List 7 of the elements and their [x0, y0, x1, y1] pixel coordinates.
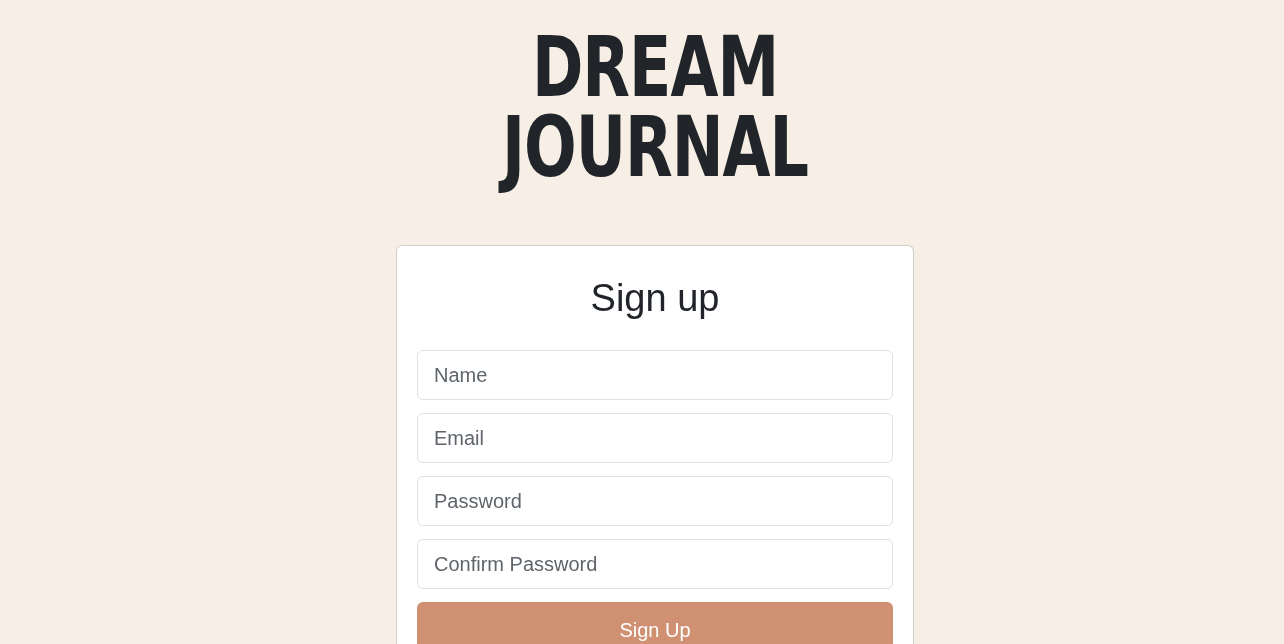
input-field[interactable]: Email [417, 413, 893, 463]
logo: DREAM JOURNAL [493, 27, 817, 198]
input-field[interactable]: Name [417, 350, 893, 400]
input-field[interactable]: Confirm Password [417, 539, 893, 589]
sign-up-button[interactable]: Sign Up [417, 602, 893, 644]
form-title: Sign up [589, 276, 721, 321]
input-field[interactable]: Password [417, 476, 893, 526]
